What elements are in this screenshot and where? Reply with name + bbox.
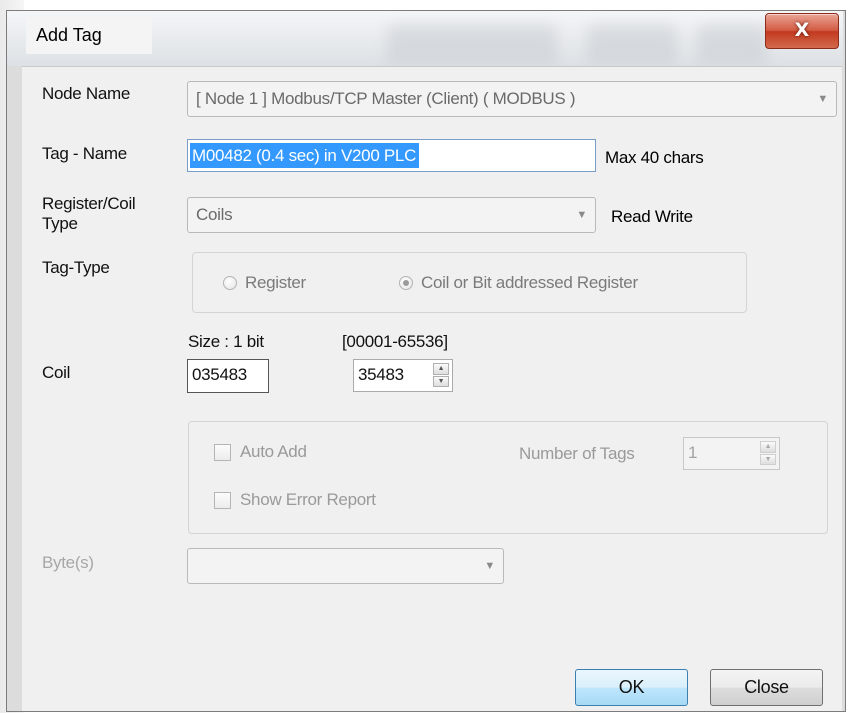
access-mode-text: Read Write bbox=[611, 207, 693, 226]
spin-down-button[interactable]: ▼ bbox=[433, 375, 449, 387]
tag-type-label: Tag-Type bbox=[42, 258, 110, 277]
coil-range-text: [00001-65536] bbox=[342, 332, 448, 351]
show-error-checkbox[interactable]: Show Error Report bbox=[214, 490, 376, 510]
window-title: Add Tag bbox=[26, 16, 152, 54]
radio-coil-bit-label: Coil or Bit addressed Register bbox=[421, 273, 638, 292]
register-type-dropdown[interactable]: Coils ▼ bbox=[187, 197, 596, 233]
dialog-client-area: Node Name [ Node 1 ] Modbus/TCP Master (… bbox=[22, 66, 842, 711]
spin-down-button[interactable]: ▼ bbox=[760, 453, 776, 465]
close-icon: X bbox=[794, 19, 810, 41]
register-type-value: Coils bbox=[196, 205, 233, 224]
number-of-tags-label: Number of Tags bbox=[519, 444, 635, 463]
tag-name-selected-text: M00482 (0.4 sec) in V200 PLC bbox=[190, 143, 420, 168]
register-type-label-line2: Type bbox=[42, 214, 78, 233]
auto-add-checkbox[interactable]: Auto Add bbox=[214, 442, 307, 462]
radio-coil-bit-circle[interactable] bbox=[399, 276, 413, 290]
coil-address-display: 035483 bbox=[187, 359, 269, 393]
spin-up-button[interactable]: ▲ bbox=[760, 441, 776, 453]
spin-up-button[interactable]: ▲ bbox=[433, 363, 449, 375]
coil-address-spinner[interactable]: 35483 ▲ ▼ bbox=[353, 359, 453, 392]
title-blur-decoration bbox=[387, 25, 557, 65]
coil-address-value: 35483 bbox=[358, 365, 404, 384]
tag-type-group: Register Coil or Bit addressed Register bbox=[192, 252, 747, 313]
chevron-down-icon: ▼ bbox=[817, 93, 828, 105]
chevron-down-icon: ▼ bbox=[484, 560, 495, 572]
node-name-dropdown[interactable]: [ Node 1 ] Modbus/TCP Master (Client) ( … bbox=[187, 81, 837, 117]
show-error-check-box[interactable] bbox=[214, 491, 231, 509]
title-blur-decoration bbox=[587, 25, 677, 65]
number-of-tags-value: 1 bbox=[688, 443, 698, 462]
show-error-label: Show Error Report bbox=[240, 490, 376, 509]
ok-button[interactable]: OK bbox=[575, 669, 688, 706]
radio-register[interactable]: Register bbox=[223, 273, 306, 293]
register-type-label-line1: Register/Coil bbox=[42, 194, 136, 213]
spin-up-down-icon[interactable]: ▲ ▼ bbox=[433, 363, 449, 387]
bytes-dropdown[interactable]: ▼ bbox=[187, 548, 504, 584]
title-blur-decoration bbox=[697, 25, 767, 65]
radio-register-circle[interactable] bbox=[223, 276, 237, 290]
tag-name-label: Tag - Name bbox=[42, 144, 127, 163]
auto-add-check-box[interactable] bbox=[214, 443, 231, 461]
node-name-value: [ Node 1 ] Modbus/TCP Master (Client) ( … bbox=[196, 89, 576, 108]
radio-coil-bit[interactable]: Coil or Bit addressed Register bbox=[399, 273, 638, 293]
tag-name-max-hint: Max 40 chars bbox=[605, 148, 704, 167]
register-type-label: Register/Coil Type bbox=[42, 194, 136, 234]
number-of-tags-spinner[interactable]: 1 ▲ ▼ bbox=[683, 437, 780, 470]
bytes-label: Byte(s) bbox=[42, 553, 94, 572]
auto-add-label: Auto Add bbox=[240, 442, 307, 461]
coil-size-text: Size : 1 bit bbox=[188, 332, 264, 351]
radio-register-label: Register bbox=[245, 273, 306, 292]
spin-up-down-icon[interactable]: ▲ ▼ bbox=[760, 441, 776, 465]
coil-label: Coil bbox=[42, 363, 71, 382]
chevron-down-icon: ▼ bbox=[576, 209, 587, 221]
auto-add-group: Auto Add Show Error Report Number of Tag… bbox=[188, 421, 828, 534]
tag-name-input[interactable]: M00482 (0.4 sec) in V200 PLC bbox=[187, 139, 596, 172]
window-close-button[interactable]: X bbox=[765, 13, 839, 49]
close-button[interactable]: Close bbox=[710, 669, 823, 706]
node-name-label: Node Name bbox=[42, 84, 131, 103]
